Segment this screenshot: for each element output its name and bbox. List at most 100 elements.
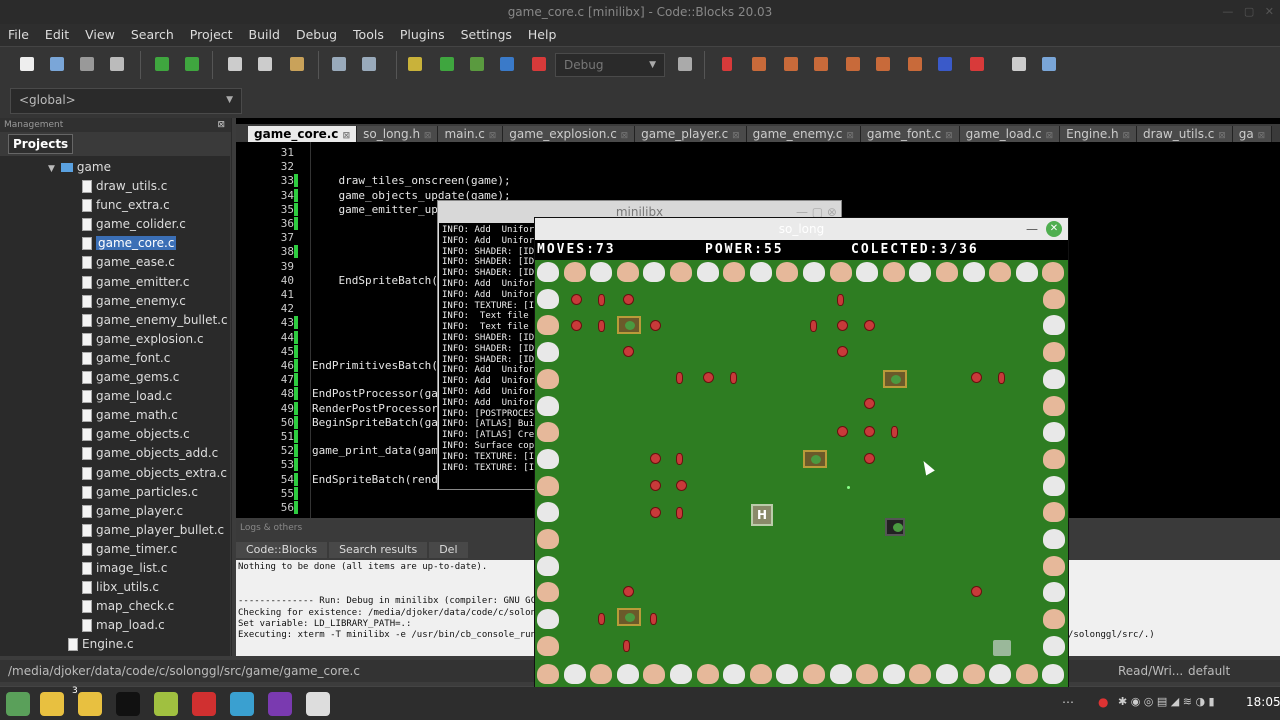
tree-file[interactable]: map_load.c	[82, 616, 165, 635]
close-icon[interactable]: ⊠	[424, 131, 432, 141]
tab-codeblocks-log[interactable]: Code::Blocks	[236, 542, 328, 558]
next-instruction-icon[interactable]	[876, 57, 890, 71]
tree-file[interactable]: game_explosion.c	[82, 330, 204, 349]
paste-icon[interactable]	[290, 57, 304, 71]
editor-tab[interactable]: game_player.c ⊠	[635, 126, 747, 142]
tree-file[interactable]: image_list.c	[82, 559, 167, 578]
close-icon[interactable]: ⊠	[217, 118, 225, 132]
tree-file[interactable]: game_timer.c	[82, 540, 177, 559]
editor-tab[interactable]: game_load.c ⊠	[959, 126, 1061, 142]
step-into-instruction-icon[interactable]	[908, 57, 922, 71]
editor-tab[interactable]: so_long.h ⊠	[357, 126, 439, 142]
tree-file[interactable]: game_load.c	[82, 387, 172, 406]
spreadsheet-icon[interactable]	[154, 692, 178, 716]
pause-icon[interactable]	[938, 57, 952, 71]
text-editor-icon[interactable]	[268, 692, 292, 716]
close-icon[interactable]: ✕	[1046, 221, 1062, 237]
menu-build[interactable]: Build	[241, 24, 288, 46]
open-file-icon[interactable]	[50, 57, 64, 71]
tree-file[interactable]: func_extra.c	[82, 196, 170, 215]
tree-file[interactable]: game_gems.c	[82, 368, 179, 387]
minimize-icon[interactable]: —	[1026, 218, 1038, 240]
tree-file[interactable]: game_enemy_bullet.c	[82, 311, 228, 330]
debug-info-icon[interactable]	[1042, 57, 1056, 71]
replace-icon[interactable]	[362, 57, 376, 71]
save-all-icon[interactable]	[110, 57, 124, 71]
scope-select[interactable]: <global> ▼	[10, 88, 242, 114]
menu-help[interactable]: Help	[520, 24, 565, 46]
app-blue-icon[interactable]	[230, 692, 254, 716]
run-icon[interactable]	[440, 57, 454, 71]
editor-tab[interactable]: main.c ⊠	[438, 126, 504, 142]
close-icon[interactable]: ⊠	[621, 131, 629, 141]
rebuild-icon[interactable]	[500, 57, 514, 71]
debug-windows-icon[interactable]	[1012, 57, 1026, 71]
tree-file[interactable]: draw_utils.c	[82, 177, 167, 196]
close-icon[interactable]: ⊠	[489, 131, 497, 141]
tray-more-icon[interactable]: ⋯	[1062, 695, 1074, 709]
menu-settings[interactable]: Settings	[453, 24, 520, 46]
menu-plugins[interactable]: Plugins	[392, 24, 453, 46]
editor-tab[interactable]: game_enemy.c ⊠	[746, 126, 861, 142]
editor-tab[interactable]: Engine.h ⊠	[1060, 126, 1138, 142]
close-icon[interactable]: ⊠	[343, 131, 351, 141]
tree-file[interactable]: game_emitter.c	[82, 273, 190, 292]
menu-search[interactable]: Search	[123, 24, 182, 46]
tree-file[interactable]: game_objects.c	[82, 425, 190, 444]
tab-projects[interactable]: Projects	[8, 134, 74, 154]
close-icon[interactable]: ⊠	[732, 131, 740, 141]
step-out-icon[interactable]	[846, 57, 860, 71]
close-icon[interactable]: ⊠	[1218, 131, 1226, 141]
next-line-icon[interactable]	[784, 57, 798, 71]
run-to-cursor-icon[interactable]	[752, 57, 766, 71]
files-icon[interactable]	[40, 692, 64, 716]
editor-tab[interactable]: ga ⊠	[1232, 126, 1273, 142]
tree-file[interactable]: game_core.c	[82, 234, 177, 253]
tray-icons[interactable]: ✱ ◉ ◎ ▤ ◢ ≋ ◑ ▮	[1118, 695, 1215, 708]
tree-file[interactable]: game_player.c	[82, 502, 183, 521]
tree-file[interactable]: map_check.c	[82, 597, 174, 616]
tree-file[interactable]: game_ease.c	[82, 253, 175, 272]
app-red-icon[interactable]	[192, 692, 216, 716]
editor-tab[interactable]: game_explosion.c ⊠	[503, 126, 636, 142]
menu-view[interactable]: View	[77, 24, 123, 46]
new-file-icon[interactable]	[20, 57, 34, 71]
menu-edit[interactable]: Edit	[37, 24, 77, 46]
tree-file[interactable]: Engine.c	[68, 635, 134, 654]
terminal-icon[interactable]	[116, 692, 140, 716]
find-icon[interactable]	[332, 57, 346, 71]
menu-project[interactable]: Project	[182, 24, 241, 46]
tree-file[interactable]: game_font.c	[82, 349, 170, 368]
editor-tab[interactable]: game_core.c ⊠	[248, 126, 358, 142]
menu-debug[interactable]: Debug	[288, 24, 345, 46]
copy-icon[interactable]	[258, 57, 272, 71]
build-options-icon[interactable]	[678, 57, 692, 71]
close-icon[interactable]: ⊠	[846, 131, 854, 141]
build-run-icon[interactable]	[470, 57, 484, 71]
abort-icon[interactable]	[532, 57, 546, 71]
tree-file[interactable]: libx_utils.c	[82, 578, 159, 597]
build-icon[interactable]	[408, 57, 422, 71]
game-window[interactable]: so_long — ✕ MOVES:73 POWER:55 COLECTED:3…	[534, 217, 1069, 687]
tree-file[interactable]: game_objects_add.c	[82, 444, 218, 463]
window-controls[interactable]: — ▢ ✕	[1222, 0, 1274, 24]
undo-icon[interactable]	[155, 57, 169, 71]
editor-tab[interactable]: game_font.c ⊠	[860, 126, 960, 142]
editor-tab[interactable]: draw_utils.c ⊠	[1137, 126, 1233, 142]
close-icon[interactable]: ⊠	[1122, 131, 1130, 141]
close-icon[interactable]: ⊠	[945, 131, 953, 141]
menu-file[interactable]: File	[0, 24, 37, 46]
record-icon[interactable]: ●	[1098, 695, 1108, 709]
debug-run-icon[interactable]	[722, 57, 732, 71]
tree-folder-game[interactable]: ▼ game	[48, 158, 111, 177]
tree-file[interactable]: game_enemy.c	[82, 292, 186, 311]
tab-search-results[interactable]: Search results	[329, 542, 428, 558]
tree-file[interactable]: game_objects_extra.c	[82, 464, 227, 483]
redo-icon[interactable]	[185, 57, 199, 71]
step-into-icon[interactable]	[814, 57, 828, 71]
menu-tools[interactable]: Tools	[345, 24, 392, 46]
cut-icon[interactable]	[228, 57, 242, 71]
settings-icon[interactable]	[306, 692, 330, 716]
tree-file[interactable]: game_math.c	[82, 406, 178, 425]
tree-file[interactable]: game_colider.c	[82, 215, 186, 234]
